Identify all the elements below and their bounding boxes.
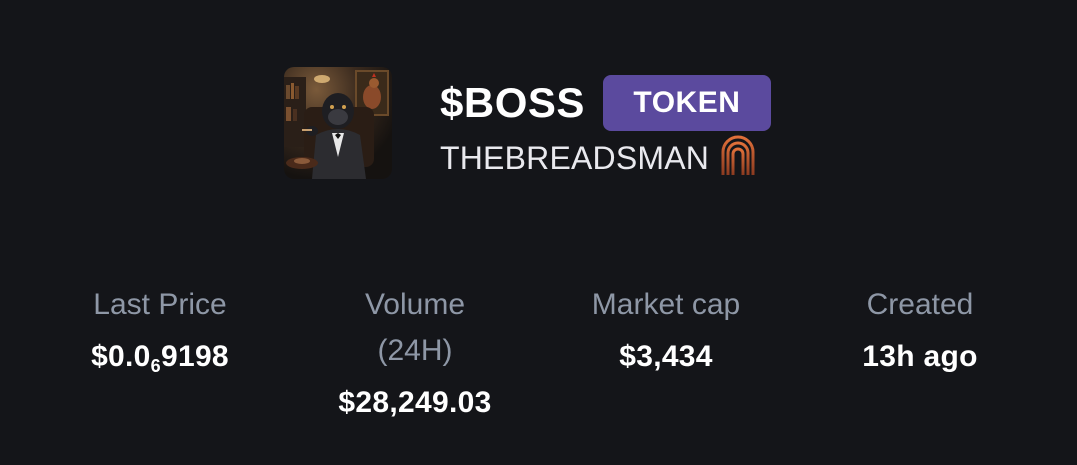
stat-created: Created 13h ago	[800, 282, 1040, 386]
last-price-value: $0.069198	[40, 328, 280, 386]
token-title-block: $BOSS TOKEN THEBREADSMAN	[440, 67, 771, 180]
created-value: 13h ago	[862, 340, 978, 373]
market-cap-label: Market cap	[591, 288, 741, 321]
last-price-zero-count: 6	[150, 356, 161, 376]
volume-label-line2: (24H)	[377, 334, 453, 367]
token-type-badge: TOKEN	[602, 75, 771, 131]
last-price-prefix: $0.0	[91, 340, 151, 373]
volume-label-line1: Volume	[364, 288, 466, 321]
creator-row[interactable]: THEBREADSMAN	[440, 135, 771, 180]
stat-volume: Volume (24H) $28,249.03	[295, 282, 535, 432]
token-summary-panel: $BOSS TOKEN THEBREADSMAN Last Price $0.0…	[0, 0, 1077, 465]
last-price-suffix: 9198	[160, 340, 229, 373]
market-cap-value: $3,434	[619, 340, 713, 373]
creator-name[interactable]: THEBREADSMAN	[440, 142, 709, 174]
token-avatar[interactable]	[284, 67, 392, 179]
stat-market-cap: Market cap $3,434	[546, 282, 786, 386]
created-label: Created	[866, 288, 974, 321]
volume-label: Volume (24H)	[295, 282, 535, 374]
arch-icon	[721, 135, 755, 180]
last-price-label: Last Price	[93, 288, 227, 321]
title-row: $BOSS TOKEN	[440, 73, 771, 133]
gorilla-avatar-image	[284, 67, 392, 179]
token-header: $BOSS TOKEN THEBREADSMAN	[284, 67, 771, 180]
token-ticker: $BOSS	[440, 79, 585, 126]
stat-last-price: Last Price $0.069198	[40, 282, 280, 386]
volume-value: $28,249.03	[338, 386, 492, 419]
